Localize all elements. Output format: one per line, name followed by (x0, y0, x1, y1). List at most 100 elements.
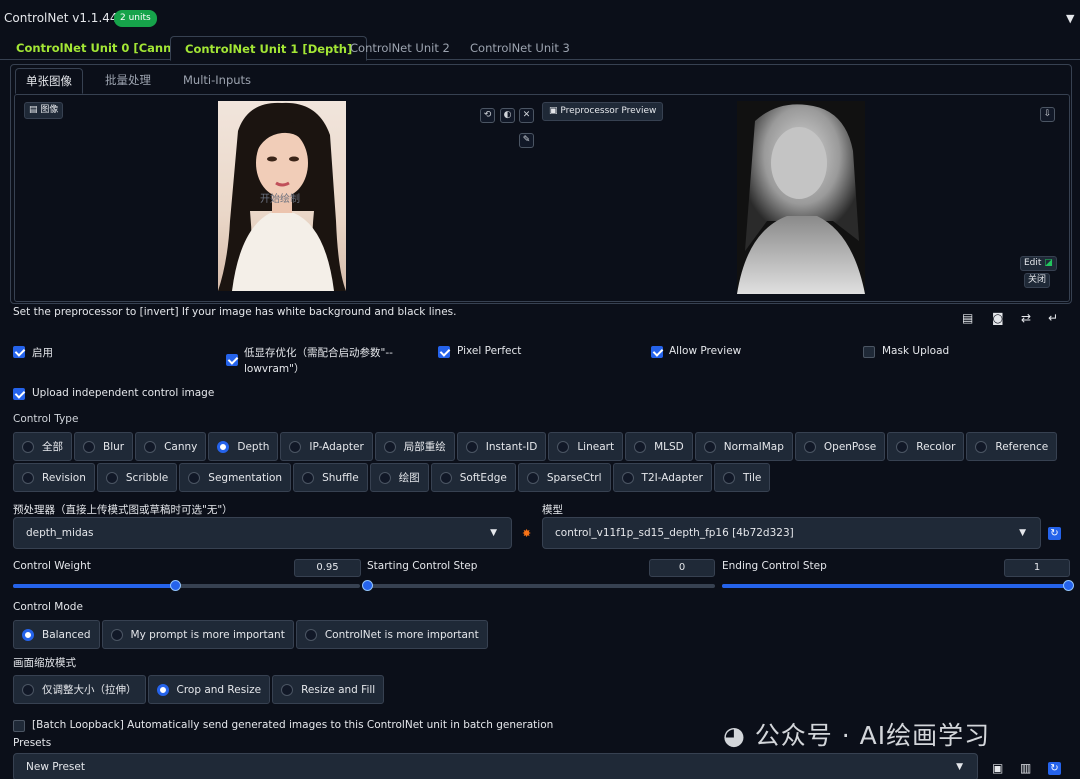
control-type-depth[interactable]: Depth (208, 432, 279, 461)
trash-icon[interactable]: ▥ (1020, 761, 1031, 775)
preview-image (737, 101, 865, 294)
resize-mode-crop-resize[interactable]: Crop and Resize (147, 675, 271, 704)
control-weight-input[interactable]: 0.95 (294, 559, 361, 577)
wechat-icon: ◕ (723, 721, 746, 750)
control-type-mlsd[interactable]: MLSD (625, 432, 693, 461)
unit-tabs: ControlNet Unit 0 [Canny] ControlNet Uni… (0, 36, 1080, 61)
model-dropdown[interactable]: control_v11f1p_sd15_depth_fp16 [4b72d323… (542, 517, 1041, 549)
input-image[interactable]: 开始绘制 (218, 101, 346, 291)
presets-dropdown[interactable]: New Preset ▼ (13, 753, 978, 779)
hint-text: Set the preprocessor to [invert] If your… (13, 306, 457, 318)
tab-multi-inputs[interactable]: Multi-Inputs (173, 68, 261, 94)
preprocessor-label: 预处理器（直接上传模式图或草稿时可选"无"） (13, 504, 233, 516)
resize-mode-resize-fill[interactable]: Resize and Fill (272, 675, 385, 704)
control-type-sparsectrl[interactable]: SparseCtrl (517, 463, 611, 492)
control-mode-prompt[interactable]: My prompt is more important (101, 620, 294, 649)
document-icon[interactable]: ▤ (962, 311, 973, 325)
control-type-label: Control Type (13, 413, 79, 425)
refresh-icon[interactable]: ↻ (1048, 762, 1061, 775)
enable-checkbox[interactable] (13, 346, 25, 358)
control-type-revision[interactable]: Revision (13, 463, 95, 492)
close-icon[interactable]: ✕ (519, 108, 534, 123)
tab-unit-2[interactable]: ControlNet Unit 2 (342, 36, 458, 61)
control-mode-balanced[interactable]: Balanced (13, 620, 100, 649)
starting-step-input[interactable]: 0 (649, 559, 715, 577)
control-type-row-1: 全部 Blur Canny Depth IP-Adapter 局部重绘 Inst… (13, 432, 1058, 461)
tab-single-image[interactable]: 单张图像 (15, 68, 83, 94)
pixel-perfect-label: Pixel Perfect (457, 345, 522, 357)
units-badge: 2 units (114, 10, 157, 27)
batch-loopback-label: [Batch Loopback] Automatically send gene… (32, 719, 554, 731)
invert-icon[interactable]: ◐ (500, 108, 515, 123)
upload-independent-label: Upload independent control image (32, 387, 215, 399)
resize-mode-label: 画面缩放模式 (13, 657, 76, 669)
presets-value: New Preset (26, 761, 85, 773)
overlay-text: 开始绘制 (260, 194, 300, 205)
ending-step-input[interactable]: 1 (1004, 559, 1070, 577)
controlnet-header[interactable]: ControlNet v1.1.445 2 units ▼ (0, 0, 1080, 36)
starting-step-slider[interactable] (362, 580, 715, 591)
control-type-reference[interactable]: Reference (966, 432, 1058, 461)
mask-upload-checkbox[interactable] (863, 346, 875, 358)
control-weight-slider[interactable] (13, 580, 360, 591)
control-type-canny[interactable]: Canny (135, 432, 207, 461)
control-type-softedge[interactable]: SoftEdge (430, 463, 516, 492)
image-icon: ▤ (29, 105, 41, 115)
edit-button[interactable]: Edit ◪ (1020, 256, 1057, 271)
download-icon[interactable]: ⇩ (1040, 107, 1055, 122)
control-type-shuffle[interactable]: Shuffle (293, 463, 368, 492)
control-type-inpaint[interactable]: 局部重绘 (374, 432, 455, 461)
control-type-blur[interactable]: Blur (74, 432, 134, 461)
presets-label: Presets (13, 737, 52, 749)
rotate-icon[interactable]: ⟲ (480, 108, 495, 123)
send-dimensions-icon[interactable]: ↵ (1048, 311, 1058, 325)
refresh-icon[interactable]: ↻ (1048, 527, 1061, 540)
image-label: ▤ 图像 (24, 102, 64, 119)
image-area (14, 94, 1070, 302)
control-type-sketch[interactable]: 绘图 (369, 463, 429, 492)
resize-mode-group: 仅调整大小（拉伸） Crop and Resize Resize and Fil… (13, 675, 385, 704)
preprocessor-dropdown[interactable]: depth_midas ▼ (13, 517, 512, 549)
control-type-t2i-adapter[interactable]: T2I-Adapter (612, 463, 712, 492)
swap-icon[interactable]: ⇄ (1021, 311, 1031, 325)
starting-step-label: Starting Control Step (367, 560, 478, 572)
control-type-ip-adapter[interactable]: IP-Adapter (280, 432, 373, 461)
lowvram-checkbox[interactable] (226, 354, 238, 366)
control-type-normalmap[interactable]: NormalMap (694, 432, 793, 461)
ending-step-label: Ending Control Step (722, 560, 827, 572)
close-button[interactable]: 关闭 (1024, 273, 1051, 288)
chevron-down-icon: ▼ (490, 528, 497, 538)
allow-preview-checkbox[interactable] (651, 346, 663, 358)
camera-icon[interactable]: ◙ (992, 311, 1004, 325)
brush-icon[interactable]: ✎ (519, 133, 534, 148)
collapse-icon[interactable]: ▼ (1066, 12, 1074, 25)
control-type-instant-id[interactable]: Instant-ID (456, 432, 547, 461)
watermark: ◕ 公众号 · AI绘画学习 (723, 721, 991, 750)
allow-preview-label: Allow Preview (669, 345, 742, 357)
tab-unit-0[interactable]: ControlNet Unit 0 [Canny] (8, 36, 192, 61)
tab-unit-1[interactable]: ControlNet Unit 1 [Depth] (170, 36, 368, 61)
chevron-down-icon: ▼ (1019, 528, 1026, 538)
controlnet-title: ControlNet v1.1.445 (4, 11, 126, 25)
ending-step-slider[interactable] (722, 580, 1074, 591)
control-mode-controlnet[interactable]: ControlNet is more important (295, 620, 488, 649)
control-type-recolor[interactable]: Recolor (887, 432, 965, 461)
upload-independent-checkbox[interactable] (13, 388, 25, 400)
control-type-segmentation[interactable]: Segmentation (179, 463, 292, 492)
model-value: control_v11f1p_sd15_depth_fp16 [4b72d323… (555, 527, 794, 539)
control-type-tile[interactable]: Tile (713, 463, 771, 492)
batch-loopback-checkbox[interactable] (13, 720, 25, 732)
control-type-openpose[interactable]: OpenPose (794, 432, 886, 461)
resize-mode-just-resize[interactable]: 仅调整大小（拉伸） (13, 675, 146, 704)
chevron-down-icon: ▼ (956, 762, 963, 772)
control-type-lineart[interactable]: Lineart (548, 432, 624, 461)
save-icon[interactable]: ▣ (992, 761, 1003, 775)
mask-upload-label: Mask Upload (882, 345, 950, 357)
control-type-scribble[interactable]: Scribble (96, 463, 178, 492)
tab-batch[interactable]: 批量处理 (95, 68, 161, 94)
pixel-perfect-checkbox[interactable] (438, 346, 450, 358)
run-preprocessor-icon[interactable]: ✸ (522, 527, 531, 540)
control-type-all[interactable]: 全部 (13, 432, 72, 461)
lowvram-label: 低显存优化（需配合启动参数"--lowvram"） (244, 347, 393, 375)
tab-unit-3[interactable]: ControlNet Unit 3 (462, 36, 578, 61)
